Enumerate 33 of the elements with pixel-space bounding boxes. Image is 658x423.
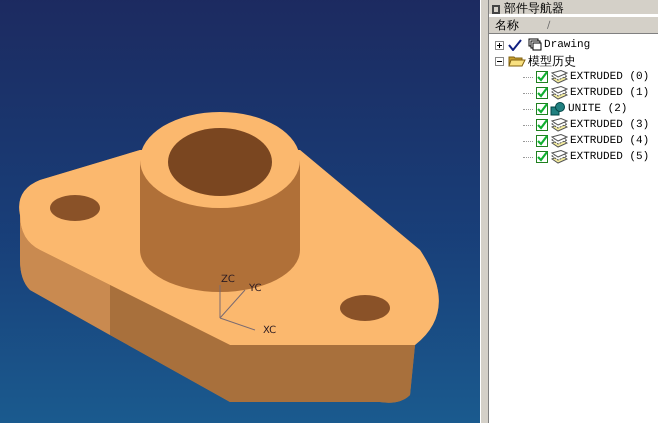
axis-label: YC [249, 283, 262, 294]
panel-title: 部件导航器 [504, 2, 564, 14]
tree-item[interactable]: EXTRUDED (3) [570, 119, 650, 131]
folder-icon [508, 55, 526, 67]
tree-item[interactable]: UNITE (2) [568, 103, 628, 115]
layers-icon [550, 118, 568, 132]
checkmark-icon[interactable] [508, 39, 522, 51]
tree-item[interactable]: EXTRUDED (0) [570, 71, 650, 83]
tree-item[interactable]: EXTRUDED (1) [570, 87, 650, 99]
checkbox[interactable] [536, 119, 548, 131]
layers-icon [550, 70, 568, 84]
checkbox[interactable] [536, 71, 548, 83]
checkbox[interactable] [536, 135, 548, 147]
collapse-icon[interactable] [495, 56, 504, 66]
column-header[interactable]: 名称 / [489, 17, 658, 33]
splitter-bar[interactable] [480, 0, 489, 423]
pin-icon[interactable] [492, 5, 500, 14]
tree-item[interactable]: Drawing [544, 39, 590, 51]
sort-indicator: / [547, 20, 550, 30]
axis-label: XC [263, 325, 276, 336]
layers-icon [550, 86, 568, 100]
tree-item[interactable]: EXTRUDED (5) [570, 151, 650, 163]
axis-label: ZC [221, 274, 235, 285]
layers-icon [550, 150, 568, 164]
column-label: 名称 [495, 16, 519, 34]
layers-icon [550, 134, 568, 148]
checkbox[interactable] [536, 103, 548, 115]
tree-item[interactable]: 模型历史 [528, 52, 576, 70]
expand-icon[interactable] [495, 40, 504, 50]
checkbox[interactable] [536, 87, 548, 99]
tree-item[interactable]: EXTRUDED (4) [570, 135, 650, 147]
checkbox[interactable] [536, 151, 548, 163]
shapes-icon [550, 102, 566, 116]
